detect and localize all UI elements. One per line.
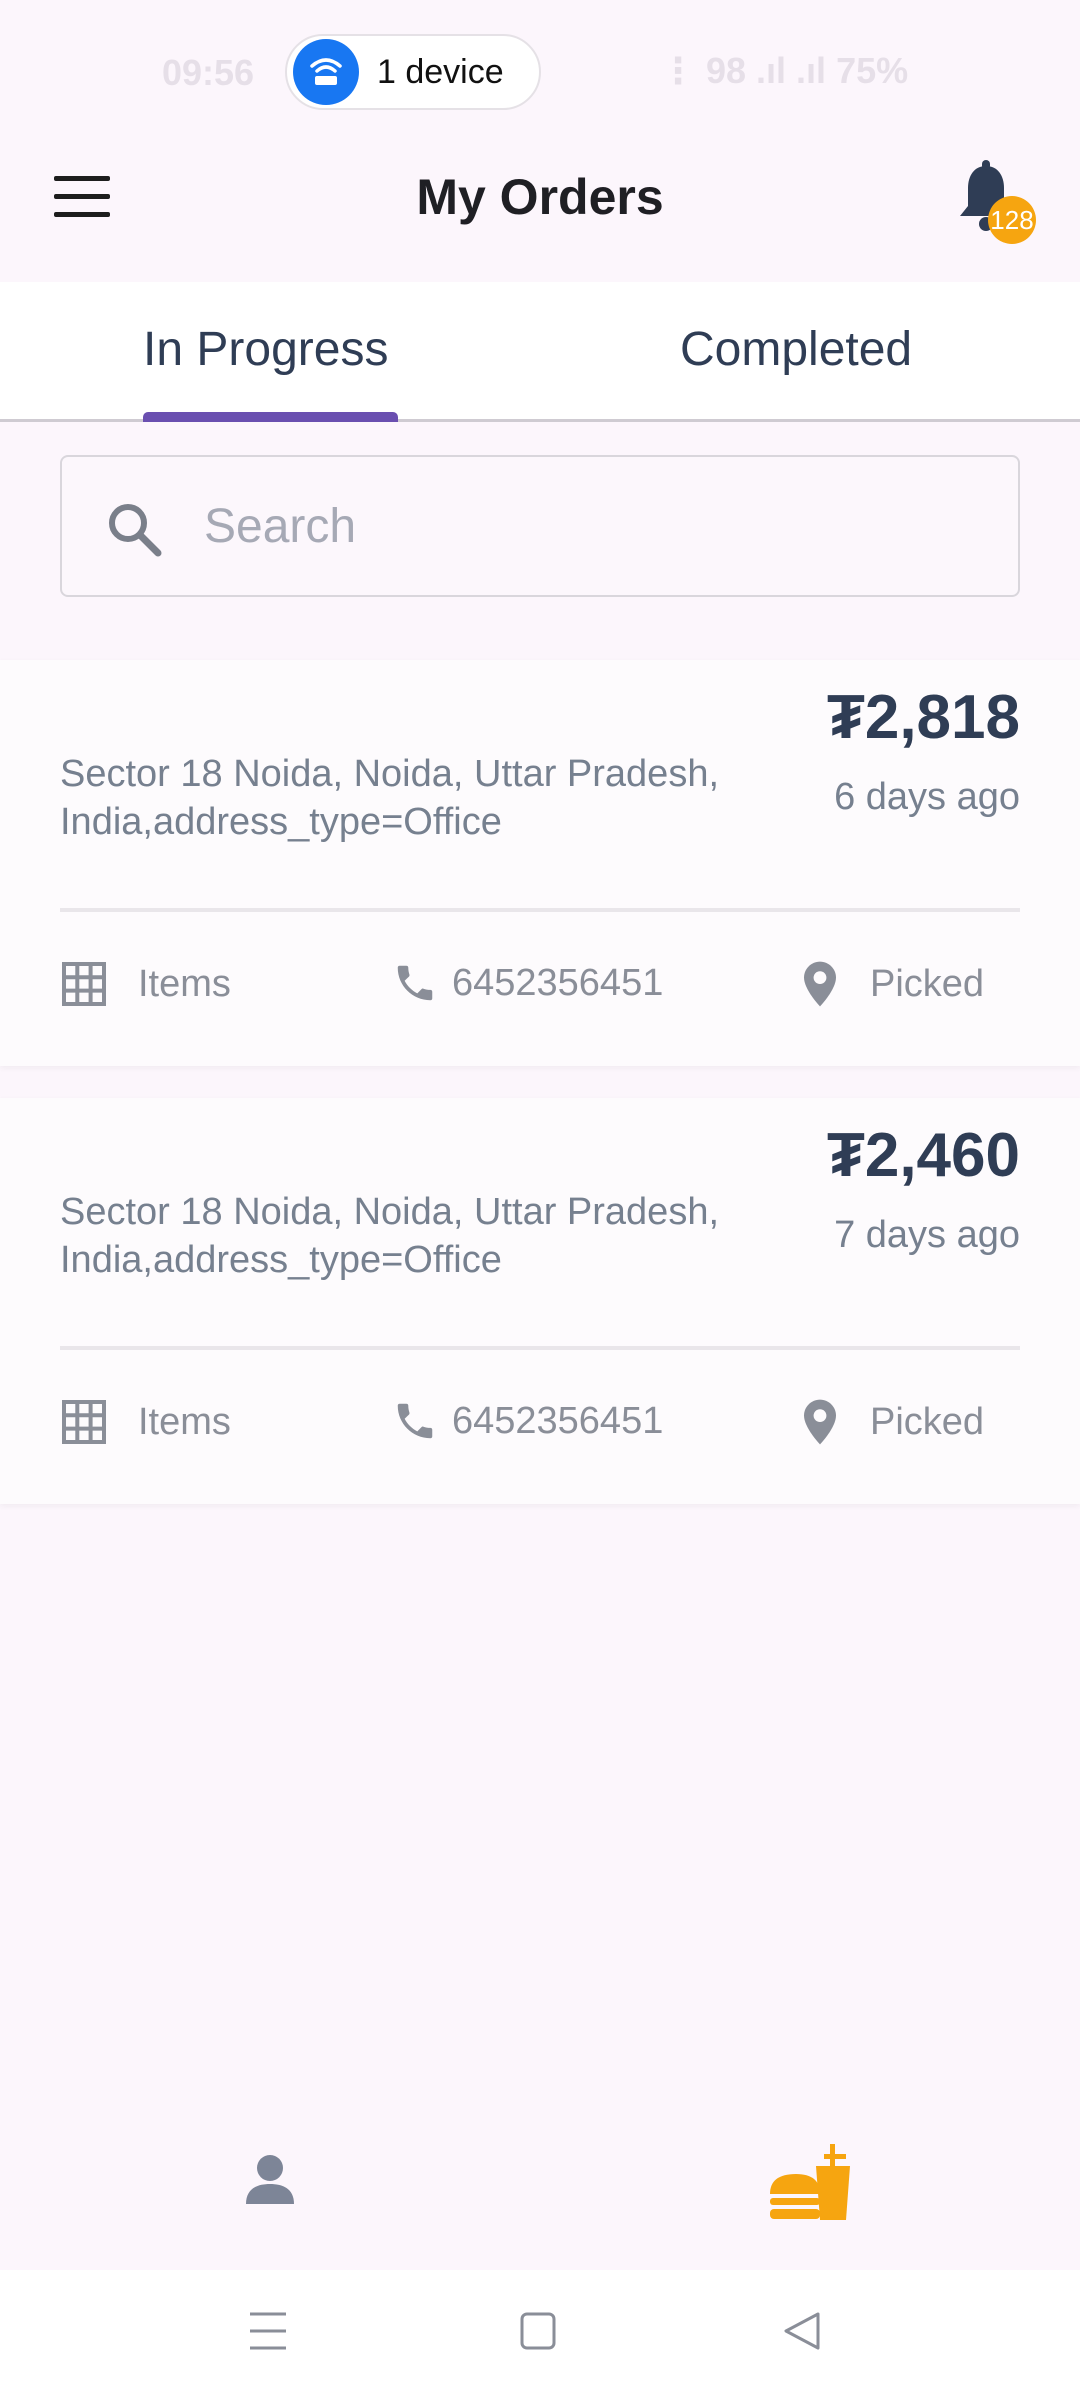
- nav-orders-button[interactable]: [766, 2140, 856, 2235]
- order-phone[interactable]: 6452356451: [392, 960, 663, 1006]
- search-box: [60, 455, 1020, 597]
- app-header: My Orders 128: [0, 140, 1080, 282]
- system-recents-button[interactable]: [246, 2306, 290, 2361]
- device-pill-label: 1 device: [377, 52, 504, 91]
- location-pin-icon: [804, 961, 836, 1007]
- order-card[interactable]: Sector 18 Noida, Noida, Uttar Pradesh, I…: [0, 660, 1080, 1066]
- home-square-icon: [520, 2312, 556, 2350]
- divider: [60, 1346, 1020, 1350]
- order-card[interactable]: Sector 18 Noida, Noida, Uttar Pradesh, I…: [0, 1098, 1080, 1504]
- person-icon: [246, 2155, 294, 2204]
- order-items-link[interactable]: Items: [60, 1398, 231, 1446]
- location-pin-icon: [804, 1399, 836, 1445]
- notification-badge: 128: [988, 196, 1036, 244]
- status-time: 09:56: [162, 52, 255, 93]
- order-status: Picked: [800, 1398, 984, 1446]
- order-address: Sector 18 Noida, Noida, Uttar Pradesh, I…: [60, 753, 720, 843]
- system-back-button[interactable]: [780, 2306, 824, 2361]
- order-footer: Items 6452356451 Picked: [0, 1398, 1080, 1458]
- order-tabs: In Progress Completed: [0, 282, 1080, 422]
- nav-profile-button[interactable]: [240, 2150, 300, 2215]
- status-label: Picked: [870, 962, 985, 1005]
- order-price: ₮2,460: [826, 1121, 1020, 1190]
- recents-icon: [250, 2312, 286, 2350]
- search-input[interactable]: [204, 457, 984, 595]
- notification-button[interactable]: 128: [954, 160, 1036, 250]
- order-time: 6 days ago: [834, 776, 1020, 818]
- order-price: ₮2,818: [826, 683, 1020, 752]
- system-home-button[interactable]: [516, 2306, 560, 2361]
- order-status: Picked: [800, 960, 984, 1008]
- active-tab-indicator: [143, 412, 398, 422]
- status-label: Picked: [870, 1400, 985, 1443]
- phone-number: 6452356451: [452, 961, 664, 1004]
- order-footer: Items 6452356451 Picked: [0, 960, 1080, 1020]
- device-pill[interactable]: 1 device: [285, 34, 541, 110]
- items-label: Items: [138, 962, 231, 1005]
- divider: [60, 908, 1020, 912]
- burger-drink-icon: [770, 2144, 850, 2220]
- order-phone[interactable]: 6452356451: [392, 1398, 663, 1444]
- phone-number: 6452356451: [452, 1399, 664, 1442]
- wifi-router-icon: [293, 39, 359, 105]
- bottom-nav: [0, 2120, 1080, 2270]
- order-address: Sector 18 Noida, Noida, Uttar Pradesh, I…: [60, 1191, 720, 1281]
- back-triangle-icon: [784, 2312, 820, 2350]
- order-time: 7 days ago: [834, 1214, 1020, 1256]
- order-items-link[interactable]: Items: [60, 960, 231, 1008]
- status-indicators: ⋮ 98 .ıl .ıl 75%: [660, 50, 909, 91]
- search-icon: [109, 504, 162, 557]
- grid-icon: [62, 1400, 106, 1444]
- tab-in-progress[interactable]: In Progress: [143, 322, 388, 377]
- tab-completed[interactable]: Completed: [680, 322, 912, 377]
- phone-icon: [397, 965, 433, 1001]
- phone-icon: [397, 1403, 433, 1439]
- items-label: Items: [138, 1400, 231, 1443]
- grid-icon: [62, 962, 106, 1006]
- status-bar: 09:56 1 device ⋮ 98 .ıl .ıl 75%: [0, 0, 1080, 140]
- system-nav-bar: [0, 2270, 1080, 2400]
- page-title: My Orders: [416, 169, 664, 225]
